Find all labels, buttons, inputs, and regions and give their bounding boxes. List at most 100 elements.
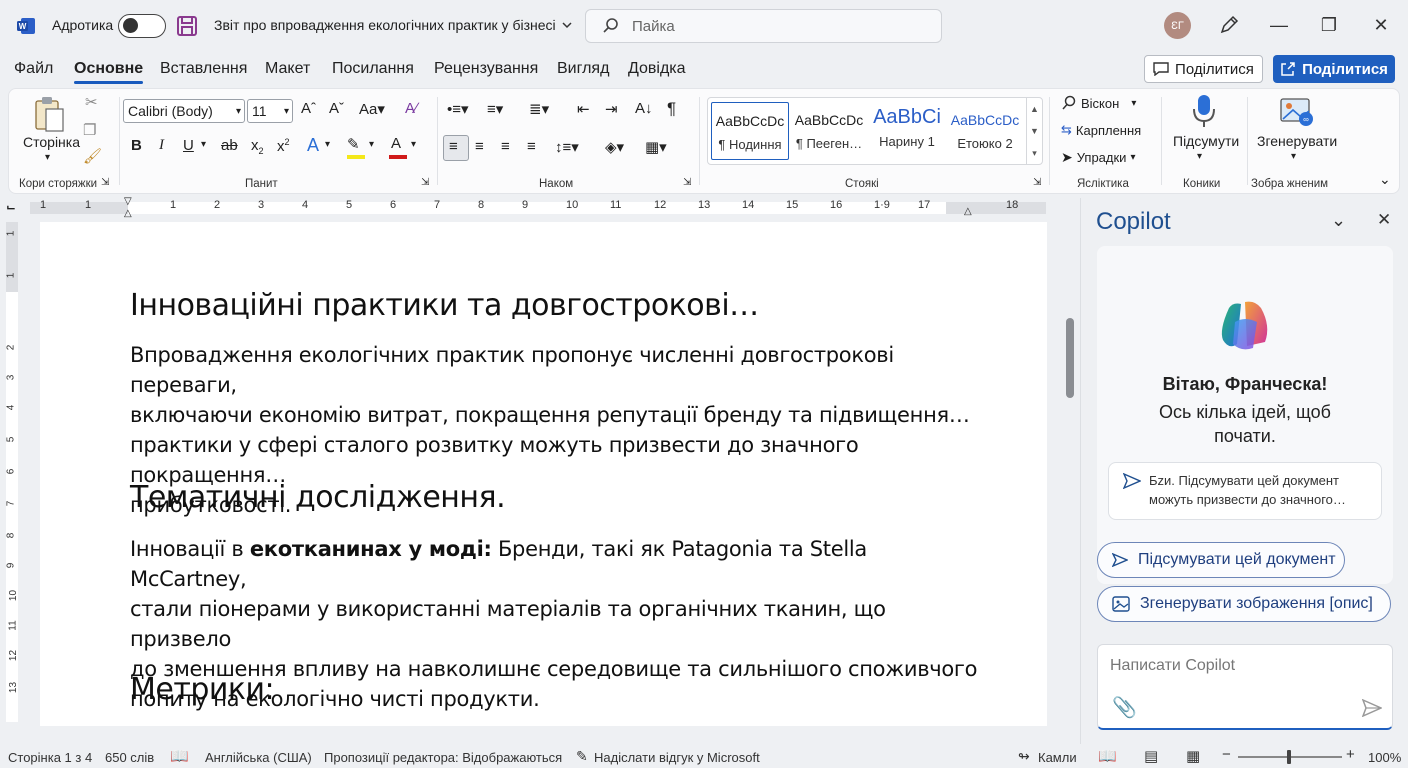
show-formatting-icon[interactable]: ¶	[667, 99, 676, 119]
superscript-icon[interactable]: x2	[277, 137, 290, 155]
vertical-ruler[interactable]: 1 1 2 3 4 5 6 7 8 9 10 11 12 13	[4, 222, 22, 722]
tab-review[interactable]: Рецензування	[434, 60, 538, 78]
copilot-suggestion[interactable]: Бzи. Підсумувати цей документ можуть при…	[1108, 462, 1382, 520]
heading-metrics[interactable]: Метрики:	[130, 672, 275, 707]
underline-icon[interactable]: U	[183, 137, 194, 154]
highlight-dropdown-icon[interactable]: ▾	[369, 139, 374, 150]
tab-help[interactable]: Довідка	[628, 60, 686, 78]
multilevel-list-icon[interactable]: ≣▾	[529, 100, 549, 118]
feedback-link[interactable]: Надіслати відгук у Microsoft	[594, 750, 760, 765]
search-box[interactable]	[585, 9, 942, 43]
paste-dropdown[interactable]: ▾	[45, 152, 50, 163]
sort-icon[interactable]: A↓	[635, 100, 653, 117]
font-color-dropdown-icon[interactable]: ▾	[411, 139, 416, 150]
text-effects-dropdown-icon[interactable]: ▾	[325, 139, 330, 150]
bold-icon[interactable]: B	[131, 137, 142, 154]
line-spacing-icon[interactable]: ↕≡▾	[555, 138, 579, 156]
dictate-label[interactable]: Підсумути	[1173, 133, 1239, 149]
clear-formatting-icon[interactable]: A∕	[405, 100, 418, 117]
word-count[interactable]: 650 слів	[105, 750, 154, 765]
bullets-icon[interactable]: •≡▾	[447, 100, 469, 118]
comments-share-button[interactable]: Поділитися	[1144, 55, 1263, 83]
autosave-toggle[interactable]	[118, 14, 166, 38]
replace-button[interactable]: ⇆ Карплення	[1061, 122, 1141, 138]
font-name-dropdown[interactable]: Calibri (Body) ▾	[123, 99, 245, 123]
find-button[interactable]: Віскон ▾	[1061, 95, 1136, 111]
first-line-indent-marker[interactable]: ▽	[124, 196, 132, 207]
send-icon[interactable]	[1362, 699, 1382, 717]
highlight-icon[interactable]: ✎	[347, 135, 360, 153]
microphone-icon[interactable]	[1191, 93, 1217, 129]
left-indent-marker[interactable]: △	[124, 208, 132, 219]
heading-innovative-practices[interactable]: Інноваційні практики та довгострокові…	[130, 288, 759, 323]
tab-view[interactable]: Вигляд	[557, 60, 609, 78]
clipboard-launcher-icon[interactable]: ⇲	[101, 177, 109, 188]
right-indent-marker[interactable]: △	[964, 206, 972, 217]
font-size-dropdown[interactable]: 11 ▾	[247, 99, 293, 123]
close-button[interactable]: ✕	[1368, 12, 1394, 38]
save-icon[interactable]	[176, 15, 198, 37]
image-generate-icon[interactable]: ∞	[1279, 95, 1315, 129]
language[interactable]: Англійська (США)	[205, 750, 312, 765]
search-input[interactable]	[632, 17, 912, 35]
document-title[interactable]: Звіт про впровадження екологічних практи…	[214, 17, 572, 33]
dictate-dropdown[interactable]: ▾	[1197, 151, 1202, 162]
grow-font-icon[interactable]: Aˆ	[301, 100, 316, 117]
text-effects-icon[interactable]: A	[307, 135, 319, 156]
borders-icon[interactable]: ▦▾	[645, 138, 667, 156]
collapse-ribbon-icon[interactable]: ⌄	[1379, 171, 1391, 188]
heading-case-studies[interactable]: Тематичні дослідження.	[130, 480, 506, 515]
document-scrollbar[interactable]	[1066, 318, 1074, 398]
format-painter-icon[interactable]: 🖌	[83, 147, 102, 165]
tab-layout[interactable]: Макет	[265, 60, 310, 78]
select-button[interactable]: ➤ Упрадки ▾	[1061, 149, 1135, 166]
page-count[interactable]: Сторінка 1 з 4	[8, 750, 92, 765]
generate-dropdown[interactable]: ▾	[1291, 151, 1296, 162]
proofing-icon[interactable]: 📖	[170, 747, 189, 765]
style-heading-2[interactable]: AaBbCcDc Етоюко 2	[946, 102, 1024, 160]
italic-icon[interactable]: I	[159, 137, 164, 154]
generate-label[interactable]: Згенерувати	[1257, 133, 1337, 149]
change-case-icon[interactable]: Aa▾	[359, 100, 385, 118]
cut-icon[interactable]: ✂	[85, 93, 98, 111]
align-right-icon[interactable]: ≡	[501, 138, 510, 155]
tab-insert[interactable]: Вставлення	[160, 60, 247, 78]
paste-label[interactable]: Сторінка	[23, 134, 80, 150]
tab-file[interactable]: Файл	[14, 60, 53, 78]
font-launcher-icon[interactable]: ⇲	[421, 177, 429, 188]
font-color-icon[interactable]: A	[391, 135, 401, 152]
subscript-icon[interactable]: x2	[251, 137, 264, 156]
shrink-font-icon[interactable]: Aˇ	[329, 100, 344, 117]
tab-selector-icon[interactable]: ⌙	[6, 200, 20, 214]
focus-mode[interactable]: Камли	[1038, 750, 1077, 765]
copilot-input-box[interactable]: 📎	[1097, 644, 1393, 730]
increase-indent-icon[interactable]: ⇥	[605, 100, 618, 118]
strikethrough-icon[interactable]: ab	[221, 137, 238, 154]
style-heading-1[interactable]: AaBbCi Нарину 1	[868, 102, 946, 160]
decrease-indent-icon[interactable]: ⇤	[577, 100, 590, 118]
attach-icon[interactable]: 📎	[1112, 695, 1137, 720]
numbering-icon[interactable]: ≡▾	[487, 100, 503, 118]
paragraph-launcher-icon[interactable]: ⇲	[683, 177, 691, 188]
minimize-button[interactable]: —	[1266, 12, 1292, 38]
style-no-spacing[interactable]: AaBbCcDc ¶ Пееген…	[790, 102, 868, 160]
avatar[interactable]: ƐГ	[1164, 12, 1191, 39]
style-normal[interactable]: AaBbCcDc ¶ Нодиння	[711, 102, 789, 160]
horizontal-ruler[interactable]: 1 1 1 2 3 4 5 6 7 8 9 10 11 12 13 14 15 …	[30, 196, 1050, 219]
chip-summarize[interactable]: Підсумувати цей документ	[1097, 542, 1345, 578]
tab-references[interactable]: Посилання	[332, 60, 414, 78]
pen-icon[interactable]	[1218, 14, 1240, 36]
justify-icon[interactable]: ≡	[527, 138, 536, 155]
chip-generate-image[interactable]: Згенерувати зображення [опис]	[1097, 586, 1391, 622]
print-layout-icon[interactable]: ▤	[1144, 747, 1158, 765]
styles-scroll[interactable]: ▲ ▼ ▾	[1026, 98, 1042, 164]
tab-home[interactable]: Основне	[74, 60, 144, 84]
align-center-icon[interactable]: ≡	[475, 138, 484, 155]
read-mode-icon[interactable]: 📖	[1098, 747, 1117, 765]
underline-dropdown-icon[interactable]: ▾	[201, 139, 206, 150]
zoom-level[interactable]: 100%	[1368, 750, 1401, 765]
chevron-down-icon[interactable]: ⌄	[1331, 210, 1346, 231]
zoom-out-icon[interactable]: −	[1222, 746, 1231, 763]
maximize-button[interactable]: ❐	[1316, 12, 1342, 38]
share-button[interactable]: Поділитися	[1273, 55, 1395, 83]
